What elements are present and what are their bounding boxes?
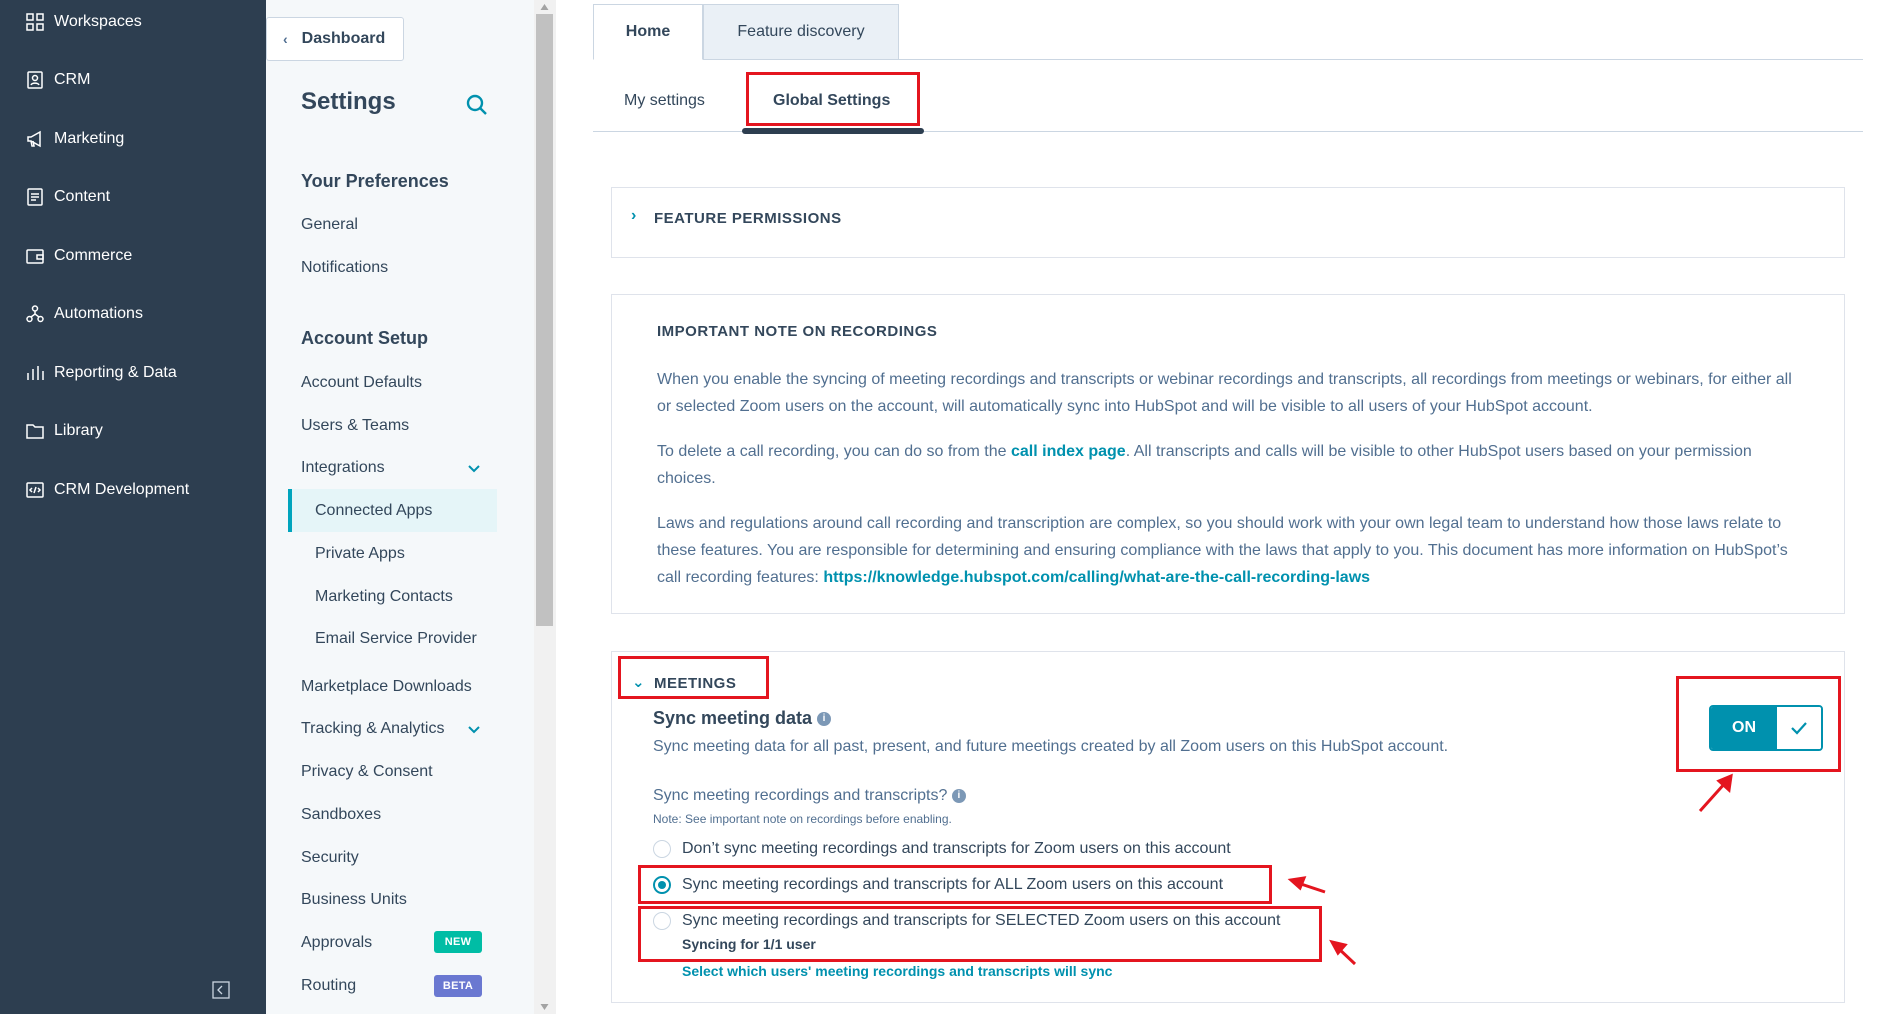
select-users-link[interactable]: Select which users' meeting recordings a…: [682, 963, 1112, 979]
radio-dont-sync[interactable]: [653, 840, 671, 858]
question-text: Sync meeting recordings and transcripts?: [653, 787, 948, 804]
recordings-note-hint: Note: See important note on recordings b…: [653, 812, 952, 826]
annotation-box-sync-selected: [638, 906, 1322, 962]
info-icon[interactable]: i: [951, 788, 966, 803]
recordings-question: Sync meeting recordings and transcripts?…: [653, 787, 966, 805]
annotation-box-sync-all: [638, 865, 1272, 904]
option-dont-sync-label[interactable]: Don’t sync meeting recordings and transc…: [682, 840, 1231, 858]
annotation-arrows: [1287, 773, 1733, 966]
